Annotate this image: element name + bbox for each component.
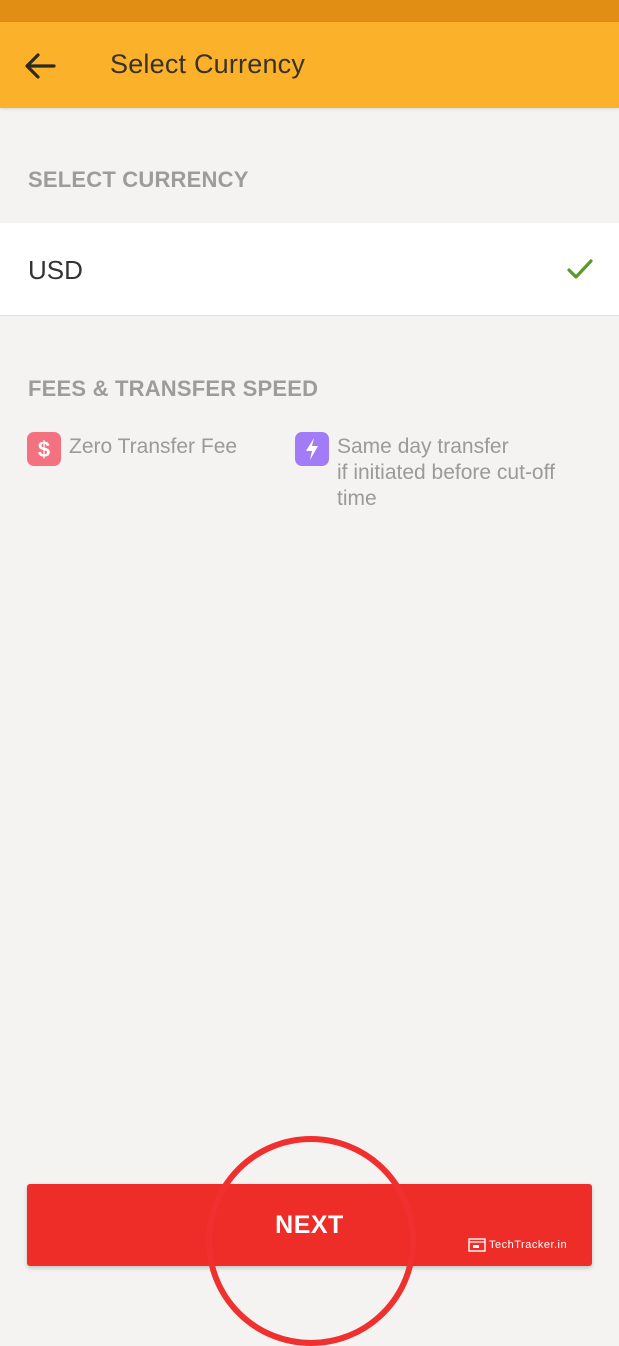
same-day-line-3: time xyxy=(337,487,377,510)
lightning-icon xyxy=(295,432,329,466)
same-day-line-2: if initiated before cut-off xyxy=(337,461,555,484)
back-button[interactable] xyxy=(20,46,60,86)
dollar-icon: $ xyxy=(27,432,61,466)
same-day-line-1: Same day transfer xyxy=(337,435,509,458)
fees-transfer-speed-heading: FEES & TRANSFER SPEED xyxy=(28,376,319,401)
currency-option-usd[interactable]: USD xyxy=(0,223,619,316)
zero-fee-text: Zero Transfer Fee xyxy=(69,435,238,458)
next-button[interactable]: NEXT xyxy=(27,1184,592,1266)
same-day-transfer-text: Same day transfer if initiated before cu… xyxy=(337,434,555,512)
select-currency-heading: SELECT CURRENCY xyxy=(28,167,249,192)
next-button-label: NEXT xyxy=(275,1210,344,1239)
app-bar: Select Currency xyxy=(0,22,619,108)
zero-fee-feature: $ Zero Transfer Fee xyxy=(27,432,237,466)
page-title: Select Currency xyxy=(110,49,306,79)
currency-label: USD xyxy=(28,255,83,285)
same-day-transfer-feature: Same day transfer if initiated before cu… xyxy=(295,432,555,512)
arrow-left-icon xyxy=(25,53,56,79)
status-bar xyxy=(0,0,619,22)
svg-text:$: $ xyxy=(38,437,50,462)
checkmark-icon xyxy=(567,259,593,279)
